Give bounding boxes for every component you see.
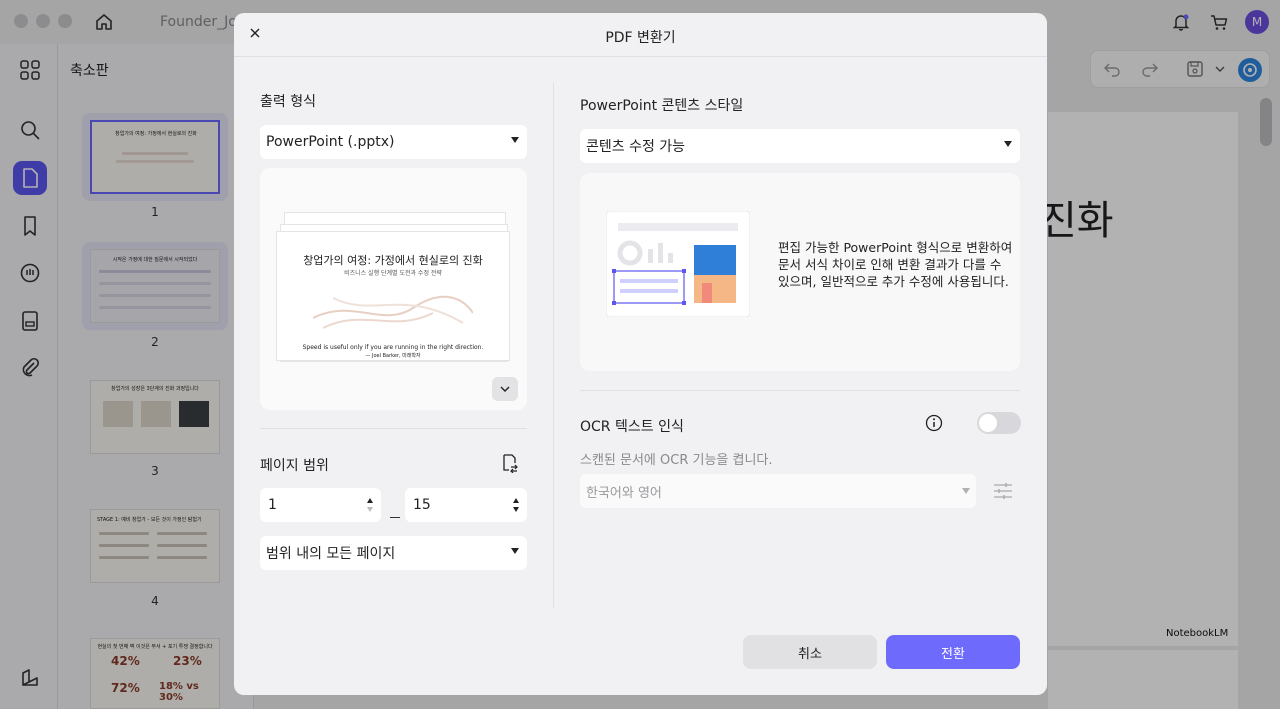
page-range-custom-icon[interactable] bbox=[500, 453, 520, 473]
slide-front: 창업가의 여정: 가정에서 현실로의 진화 비즈니스 실행 단계별 도전과 수정… bbox=[276, 231, 510, 361]
decrement-icon[interactable] bbox=[367, 507, 373, 512]
slide-quote: Speed is useful only if you are running … bbox=[302, 344, 484, 351]
slide-quote-author: — Joel Barker, 미래학자 bbox=[365, 353, 421, 359]
page-to-input[interactable]: 15 bbox=[405, 488, 527, 522]
increment-icon[interactable] bbox=[513, 498, 519, 503]
output-format-label: 출력 형식 bbox=[260, 94, 316, 110]
ocr-language-value: 한국어와 영어 bbox=[586, 485, 662, 501]
range-option-select[interactable]: 범위 내의 모든 페이지 bbox=[260, 536, 527, 570]
pdf-converter-dialog: PDF 변환기 출력 형식 PowerPoint (.pptx) 창업가의 여정… bbox=[234, 13, 1047, 695]
content-style-select[interactable]: 콘텐츠 수정 가능 bbox=[580, 129, 1020, 163]
slide-subtitle: 비즈니스 실행 단계별 도전과 수정 전략 bbox=[344, 270, 442, 277]
decrement-icon[interactable] bbox=[513, 507, 519, 512]
editable-slide-illustration bbox=[606, 211, 750, 317]
page-from-value: 1 bbox=[268, 497, 277, 513]
dialog-header: PDF 변환기 bbox=[234, 13, 1047, 57]
ocr-toggle[interactable] bbox=[977, 412, 1021, 434]
expand-preview-button[interactable] bbox=[492, 377, 518, 401]
dialog-title: PDF 변환기 bbox=[605, 30, 676, 46]
column-divider bbox=[553, 83, 554, 608]
caret-down-icon bbox=[511, 137, 519, 143]
output-format-select[interactable]: PowerPoint (.pptx) bbox=[260, 125, 527, 159]
content-style-panel: 편집 가능한 PowerPoint 형식으로 변환하여 문서 서식 차이로 인해… bbox=[580, 173, 1020, 371]
ocr-language-select[interactable]: 한국어와 영어 bbox=[580, 474, 976, 508]
page-from-input[interactable]: 1 bbox=[260, 488, 381, 522]
info-icon[interactable] bbox=[925, 414, 943, 432]
app-window: Founder_Jo M 축소판 창업가의 여정: 가정에서 현실로의 진화 1… bbox=[0, 0, 1280, 709]
ocr-settings-icon[interactable] bbox=[992, 481, 1014, 501]
chevron-down-icon bbox=[500, 386, 510, 392]
output-format-value: PowerPoint (.pptx) bbox=[266, 134, 395, 150]
ocr-description: 스캔된 문서에 OCR 기능을 켭니다. bbox=[580, 453, 773, 468]
range-separator bbox=[390, 517, 400, 518]
increment-icon[interactable] bbox=[367, 498, 373, 503]
range-option-value: 범위 내의 모든 페이지 bbox=[266, 546, 396, 562]
slide-illustration bbox=[313, 295, 473, 329]
caret-down-icon bbox=[511, 548, 519, 554]
convert-button[interactable]: 전환 bbox=[886, 635, 1020, 669]
divider bbox=[260, 428, 527, 429]
divider bbox=[580, 390, 1020, 391]
page-to-value: 15 bbox=[413, 497, 431, 513]
content-style-label: PowerPoint 콘텐츠 스타일 bbox=[580, 98, 744, 114]
page-range-label: 페이지 범위 bbox=[260, 458, 329, 474]
caret-down-icon bbox=[962, 488, 970, 494]
ocr-label: OCR 텍스트 인식 bbox=[580, 419, 684, 435]
content-style-value: 콘텐츠 수정 가능 bbox=[586, 139, 686, 155]
slide-preview: 창업가의 여정: 가정에서 현실로의 진화 비즈니스 실행 단계별 도전과 수정… bbox=[260, 168, 527, 410]
caret-down-icon bbox=[1004, 141, 1012, 147]
toggle-knob bbox=[979, 414, 997, 432]
slide-title: 창업가의 여정: 가정에서 현실로의 진화 bbox=[303, 254, 483, 267]
cancel-button[interactable]: 취소 bbox=[743, 635, 877, 669]
content-style-description: 편집 가능한 PowerPoint 형식으로 변환하여 문서 서식 차이로 인해… bbox=[778, 240, 1013, 289]
